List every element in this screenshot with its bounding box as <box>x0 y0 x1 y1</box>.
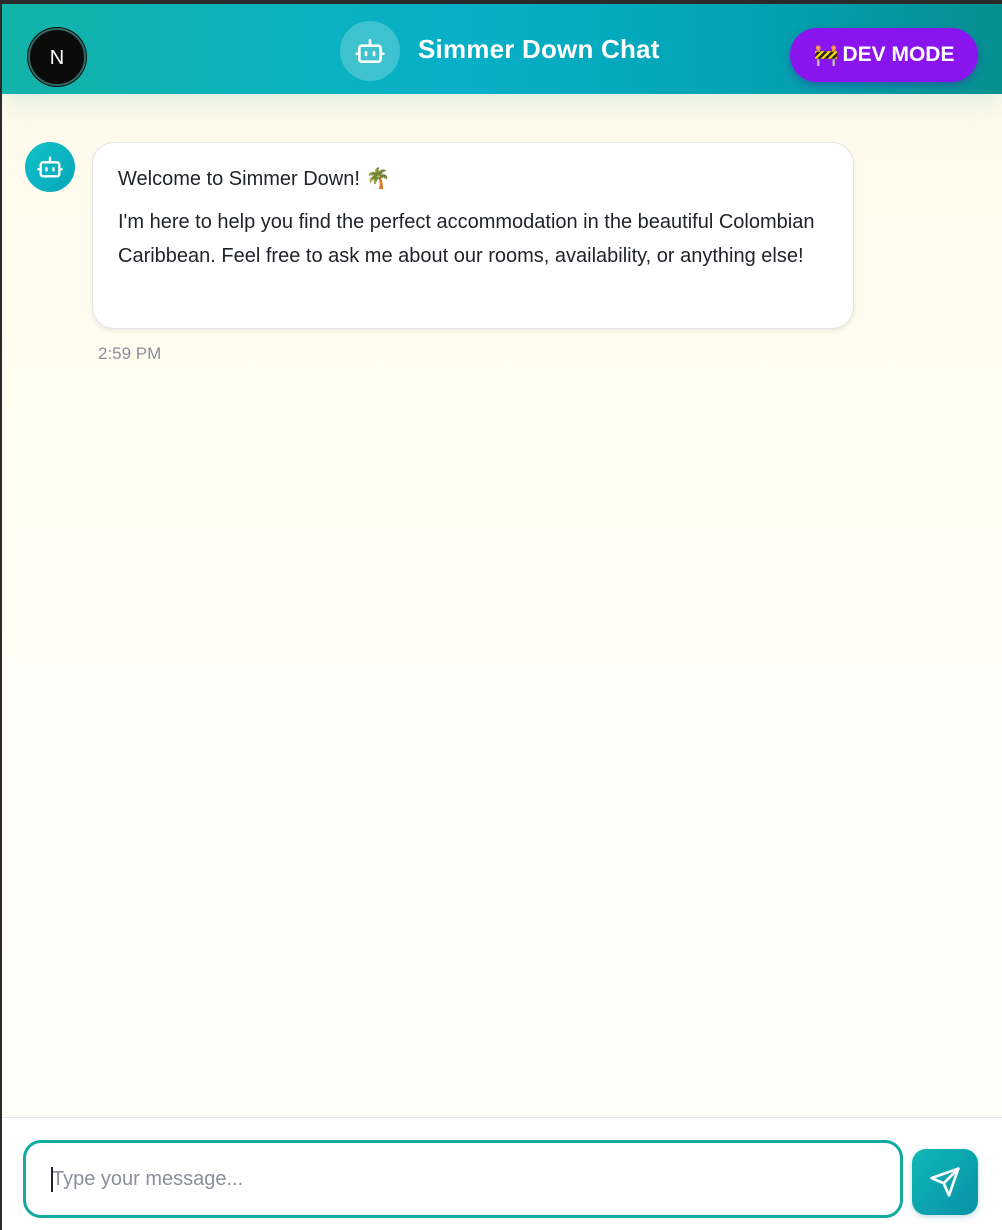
message-greeting: Welcome to Simmer Down! 🌴 <box>118 168 391 190</box>
message-input[interactable] <box>23 1140 903 1218</box>
message-body: I'm here to help you find the perfect ac… <box>118 211 815 267</box>
header-title: Simmer Down Chat <box>418 34 660 64</box>
chat-window: Simmer Down Chat 🚧 DEV MODE Welcome to S… <box>2 4 1002 1230</box>
bot-avatar <box>25 142 75 192</box>
palm-tree-icon: 🌴 <box>365 168 391 190</box>
send-button[interactable] <box>912 1149 978 1215</box>
construction-icon: 🚧 <box>813 44 839 67</box>
robot-icon <box>37 156 63 178</box>
text-caret <box>51 1167 53 1192</box>
bot-message-bubble: Welcome to Simmer Down! 🌴 I'm here to he… <box>92 142 854 329</box>
app-root: Simmer Down Chat 🚧 DEV MODE Welcome to S… <box>0 0 1002 1230</box>
composer-area <box>2 1117 1002 1230</box>
dev-mode-button[interactable]: 🚧 DEV MODE <box>790 28 978 82</box>
message-timestamp: 2:59 PM <box>98 344 162 363</box>
nextjs-logo-icon[interactable]: N <box>28 28 86 86</box>
svg-text:N: N <box>50 47 64 68</box>
chat-header: Simmer Down Chat 🚧 DEV MODE <box>2 4 1002 94</box>
dev-mode-label: DEV MODE <box>842 43 955 66</box>
robot-icon <box>355 39 385 63</box>
header-bot-avatar <box>340 21 400 81</box>
nextjs-n-icon: N <box>50 47 64 68</box>
send-icon <box>930 1167 960 1197</box>
